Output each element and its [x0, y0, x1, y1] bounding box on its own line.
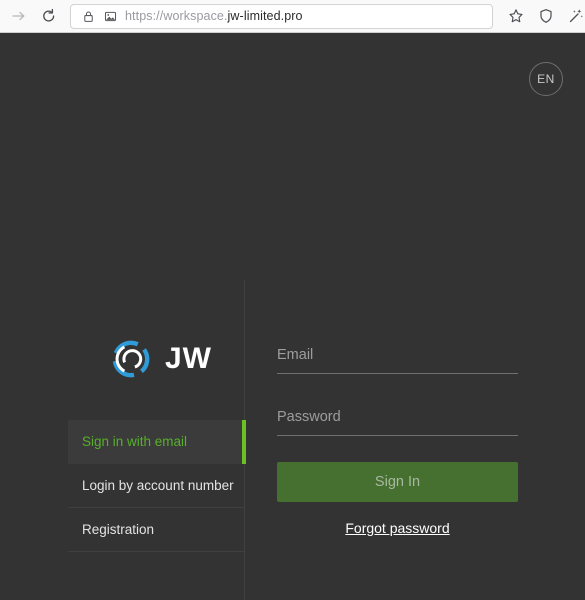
language-switcher-button[interactable]: EN [529, 62, 563, 96]
shield-icon [540, 9, 552, 23]
active-tab-indicator [242, 420, 246, 464]
auth-method-tabs: Sign in with email Login by account numb… [68, 420, 246, 552]
star-icon [509, 9, 523, 23]
url-text: https://workspace.jw-limited.pro [125, 9, 303, 23]
arrow-right-icon [12, 11, 25, 21]
brand-name: JW [165, 342, 212, 375]
jw-circular-logo-icon [112, 340, 150, 378]
forgot-password-link[interactable]: Forgot password [277, 520, 518, 536]
auth-card: JW Sign in with email Login by account n… [68, 280, 528, 600]
sign-in-button[interactable]: Sign In [277, 462, 518, 502]
address-bar[interactable]: https://workspace.jw-limited.pro [70, 3, 493, 29]
url-domain: jw-limited.pro [227, 9, 303, 23]
tab-registration[interactable]: Registration [68, 508, 245, 552]
url-prefix: https://workspace. [125, 9, 228, 23]
password-input[interactable] [277, 400, 518, 434]
login-form: Sign In Forgot password [277, 338, 518, 536]
reload-button[interactable] [34, 2, 64, 30]
tab-label: Sign in with email [82, 434, 188, 449]
image-placeholder-icon [99, 5, 121, 27]
email-input[interactable] [277, 338, 518, 372]
toolbar-actions [501, 2, 585, 30]
password-field-wrapper [277, 400, 518, 436]
tab-label: Registration [82, 522, 155, 537]
tracking-protection-button[interactable] [531, 2, 561, 30]
email-field-wrapper [277, 338, 518, 374]
brand-logo: JW [110, 338, 212, 380]
ai-sparkle-button[interactable] [561, 2, 585, 30]
padlock-icon [77, 5, 99, 27]
reload-icon [43, 8, 55, 22]
sparkle-wand-icon [569, 9, 583, 23]
tab-sign-in-with-email[interactable]: Sign in with email [68, 420, 246, 464]
tab-login-by-account-number[interactable]: Login by account number [68, 464, 245, 508]
tab-label: Login by account number [82, 478, 234, 493]
bookmark-button[interactable] [501, 2, 531, 30]
browser-toolbar: https://workspace.jw-limited.pro [0, 0, 585, 33]
forward-button[interactable] [4, 2, 34, 30]
page-body: EN JW Sign in with email Login by accoun [0, 33, 585, 600]
language-switcher-label: EN [537, 72, 555, 86]
